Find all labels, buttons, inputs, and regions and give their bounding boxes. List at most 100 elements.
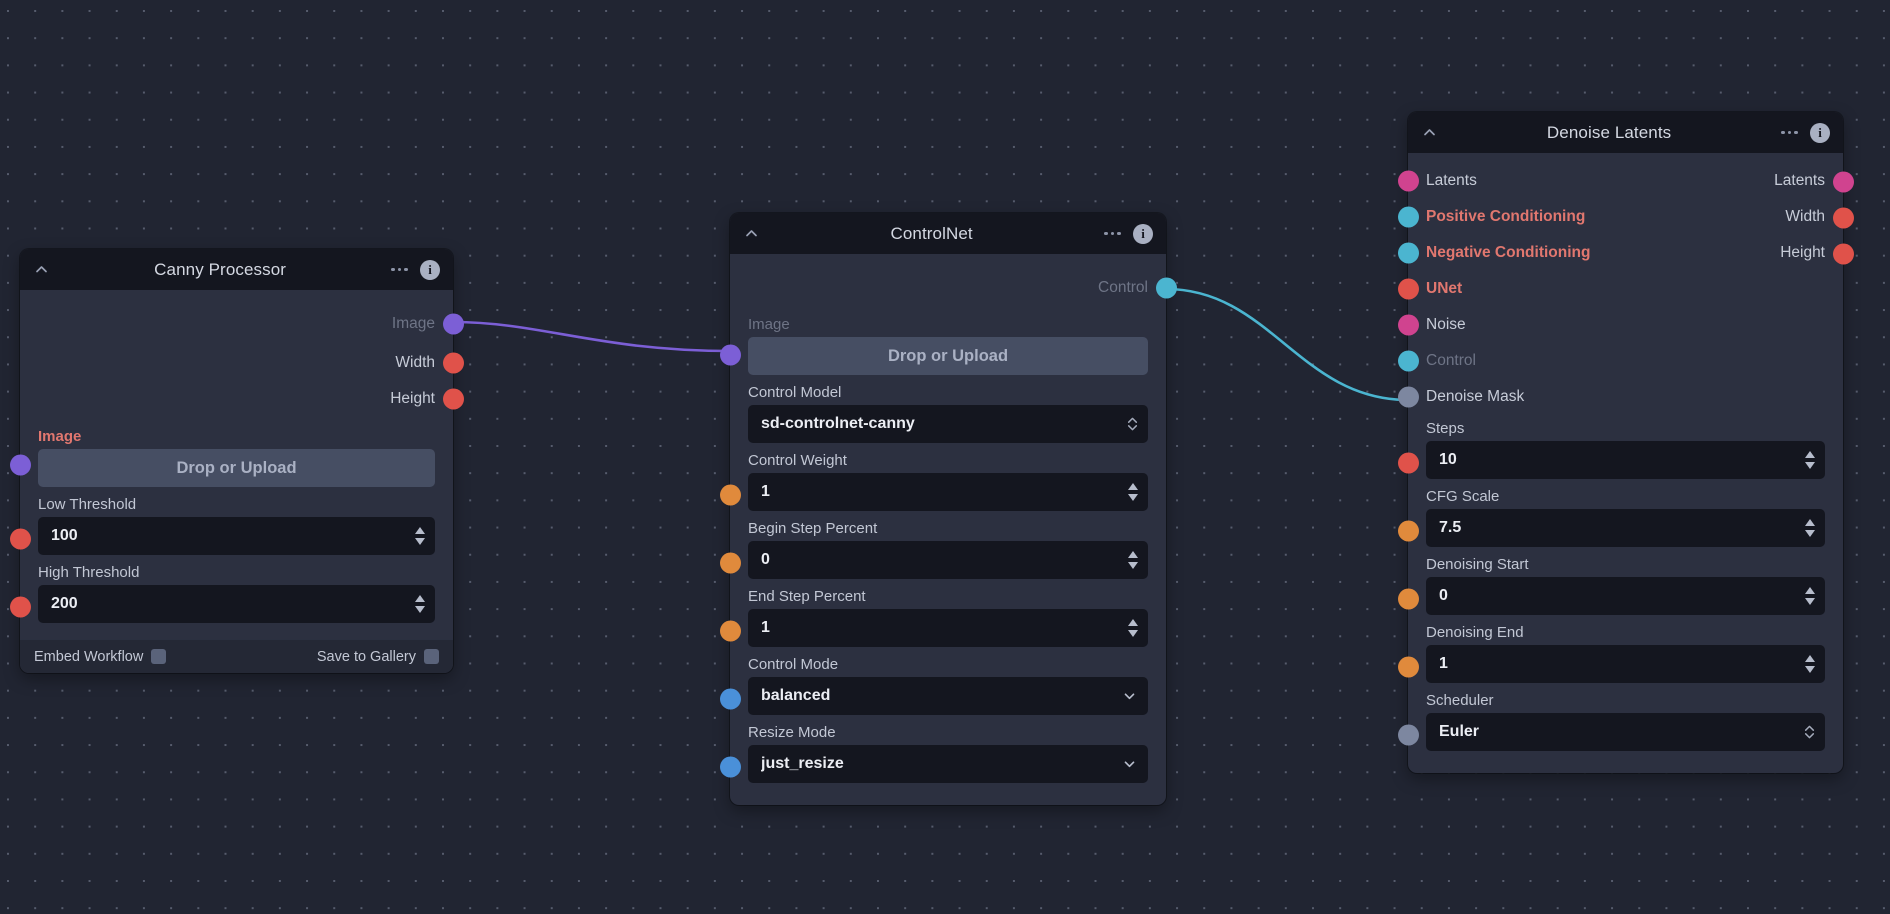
chevron-down-icon[interactable] bbox=[1122, 757, 1137, 772]
low-threshold-input[interactable]: 100 bbox=[38, 517, 435, 555]
scheduler-select[interactable]: Euler bbox=[1426, 713, 1825, 751]
handle-input-unet[interactable] bbox=[1398, 279, 1419, 300]
stepper-up-icon[interactable] bbox=[415, 595, 425, 602]
handle-output-width[interactable] bbox=[1833, 208, 1854, 229]
resize-mode-dropdown[interactable]: just_resize bbox=[748, 745, 1148, 783]
info-icon[interactable]: i bbox=[1133, 224, 1153, 244]
stepper-up-icon[interactable] bbox=[1805, 655, 1815, 662]
info-icon[interactable]: i bbox=[420, 260, 440, 280]
handle-input-positive-conditioning[interactable] bbox=[1398, 207, 1419, 228]
stepper-down-icon[interactable] bbox=[1805, 530, 1815, 537]
stepper-up-icon[interactable] bbox=[1805, 587, 1815, 594]
handle-input-image[interactable] bbox=[720, 345, 741, 366]
image-dropzone[interactable]: Drop or Upload bbox=[38, 449, 435, 487]
stepper-down-icon[interactable] bbox=[1805, 598, 1815, 605]
handle-input-negative-conditioning[interactable] bbox=[1398, 243, 1419, 264]
chevron-updown-icon[interactable] bbox=[1127, 416, 1138, 432]
workflow-canvas[interactable]: Canny Processor i Image Width Height bbox=[0, 0, 1890, 914]
stepper-down-icon[interactable] bbox=[1805, 666, 1815, 673]
stepper-up-icon[interactable] bbox=[415, 527, 425, 534]
stepper-down-icon[interactable] bbox=[1128, 562, 1138, 569]
node-canny-processor[interactable]: Canny Processor i Image Width Height bbox=[20, 249, 453, 673]
handle-output-image[interactable] bbox=[443, 314, 464, 335]
handle-input-steps[interactable] bbox=[1398, 453, 1419, 474]
stepper-down-icon[interactable] bbox=[1805, 462, 1815, 469]
high-threshold-input[interactable]: 200 bbox=[38, 585, 435, 623]
cfg-scale-input[interactable]: 7.5 bbox=[1426, 509, 1825, 547]
chevron-up-icon[interactable] bbox=[33, 261, 50, 278]
handle-output-height[interactable] bbox=[1833, 244, 1854, 265]
handle-input-scheduler[interactable] bbox=[1398, 725, 1419, 746]
handle-input-low-threshold[interactable] bbox=[10, 529, 31, 550]
stepper-cfg-scale[interactable] bbox=[1805, 519, 1815, 537]
dropdown-value: just_resize bbox=[761, 755, 1135, 773]
save-to-gallery-checkbox[interactable]: Save to Gallery bbox=[317, 649, 439, 665]
stepper-denoising-start[interactable] bbox=[1805, 587, 1815, 605]
field-image: Image Drop or Upload bbox=[730, 308, 1166, 382]
control-mode-dropdown[interactable]: balanced bbox=[748, 677, 1148, 715]
checkbox-box[interactable] bbox=[151, 649, 166, 664]
chevron-up-icon[interactable] bbox=[1421, 124, 1438, 141]
steps-input[interactable]: 10 bbox=[1426, 441, 1825, 479]
handle-input-end-step-percent[interactable] bbox=[720, 621, 741, 642]
handle-output-control[interactable] bbox=[1156, 277, 1177, 298]
node-header[interactable]: Canny Processor i bbox=[20, 249, 453, 290]
field-label: High Threshold bbox=[38, 564, 435, 581]
handle-input-denoising-end[interactable] bbox=[1398, 657, 1419, 678]
field-end-step-percent: End Step Percent 1 bbox=[730, 586, 1166, 654]
field-label: End Step Percent bbox=[748, 588, 1148, 605]
stepper-begin-step-percent[interactable] bbox=[1128, 551, 1138, 569]
checkbox-box[interactable] bbox=[424, 649, 439, 664]
denoising-end-input[interactable]: 1 bbox=[1426, 645, 1825, 683]
handle-input-high-threshold[interactable] bbox=[10, 597, 31, 618]
handle-input-denoise-mask[interactable] bbox=[1398, 387, 1419, 408]
handle-input-latents[interactable] bbox=[1398, 171, 1419, 192]
end-step-percent-input[interactable]: 1 bbox=[748, 609, 1148, 647]
handle-output-height[interactable] bbox=[443, 389, 464, 410]
chevron-up-icon[interactable] bbox=[743, 225, 760, 242]
handle-output-width[interactable] bbox=[443, 353, 464, 374]
handle-input-image[interactable] bbox=[10, 455, 31, 476]
more-horizontal-icon[interactable] bbox=[1780, 127, 1799, 139]
stepper-end-step-percent[interactable] bbox=[1128, 619, 1138, 637]
handle-input-noise[interactable] bbox=[1398, 315, 1419, 336]
more-horizontal-icon[interactable] bbox=[390, 264, 409, 276]
stepper-down-icon[interactable] bbox=[415, 538, 425, 545]
stepper-denoising-end[interactable] bbox=[1805, 655, 1815, 673]
stepper-up-icon[interactable] bbox=[1805, 519, 1815, 526]
stepper-down-icon[interactable] bbox=[1128, 494, 1138, 501]
chevron-updown-icon[interactable] bbox=[1804, 724, 1815, 740]
stepper-low-threshold[interactable] bbox=[415, 527, 425, 545]
node-denoise-latents[interactable]: Denoise Latents i Latents Latents Positi… bbox=[1408, 112, 1843, 773]
info-icon[interactable]: i bbox=[1810, 123, 1830, 143]
stepper-control-weight[interactable] bbox=[1128, 483, 1138, 501]
chevron-down-icon[interactable] bbox=[1122, 689, 1137, 704]
field-control-model: Control Model sd-controlnet-canny bbox=[730, 382, 1166, 450]
stepper-up-icon[interactable] bbox=[1128, 619, 1138, 626]
stepper-down-icon[interactable] bbox=[1128, 630, 1138, 637]
node-header[interactable]: Denoise Latents i bbox=[1408, 112, 1843, 153]
denoising-start-input[interactable]: 0 bbox=[1426, 577, 1825, 615]
image-dropzone[interactable]: Drop or Upload bbox=[748, 337, 1148, 375]
stepper-up-icon[interactable] bbox=[1128, 551, 1138, 558]
stepper-high-threshold[interactable] bbox=[415, 595, 425, 613]
handle-input-resize-mode[interactable] bbox=[720, 757, 741, 778]
more-horizontal-icon[interactable] bbox=[1103, 228, 1122, 240]
handle-input-cfg-scale[interactable] bbox=[1398, 521, 1419, 542]
stepper-up-icon[interactable] bbox=[1128, 483, 1138, 490]
embed-workflow-checkbox[interactable]: Embed Workflow bbox=[34, 649, 166, 665]
begin-step-percent-input[interactable]: 0 bbox=[748, 541, 1148, 579]
stepper-up-icon[interactable] bbox=[1805, 451, 1815, 458]
handle-input-control-weight[interactable] bbox=[720, 485, 741, 506]
handle-input-control[interactable] bbox=[1398, 351, 1419, 372]
handle-input-control-mode[interactable] bbox=[720, 689, 741, 710]
stepper-down-icon[interactable] bbox=[415, 606, 425, 613]
control-weight-input[interactable]: 1 bbox=[748, 473, 1148, 511]
handle-input-begin-step-percent[interactable] bbox=[720, 553, 741, 574]
stepper-steps[interactable] bbox=[1805, 451, 1815, 469]
node-header[interactable]: ControlNet i bbox=[730, 213, 1166, 254]
handle-output-latents[interactable] bbox=[1833, 172, 1854, 193]
handle-input-denoising-start[interactable] bbox=[1398, 589, 1419, 610]
control-model-select[interactable]: sd-controlnet-canny bbox=[748, 405, 1148, 443]
node-controlnet[interactable]: ControlNet i Control Image Drop or Uploa… bbox=[730, 213, 1166, 805]
